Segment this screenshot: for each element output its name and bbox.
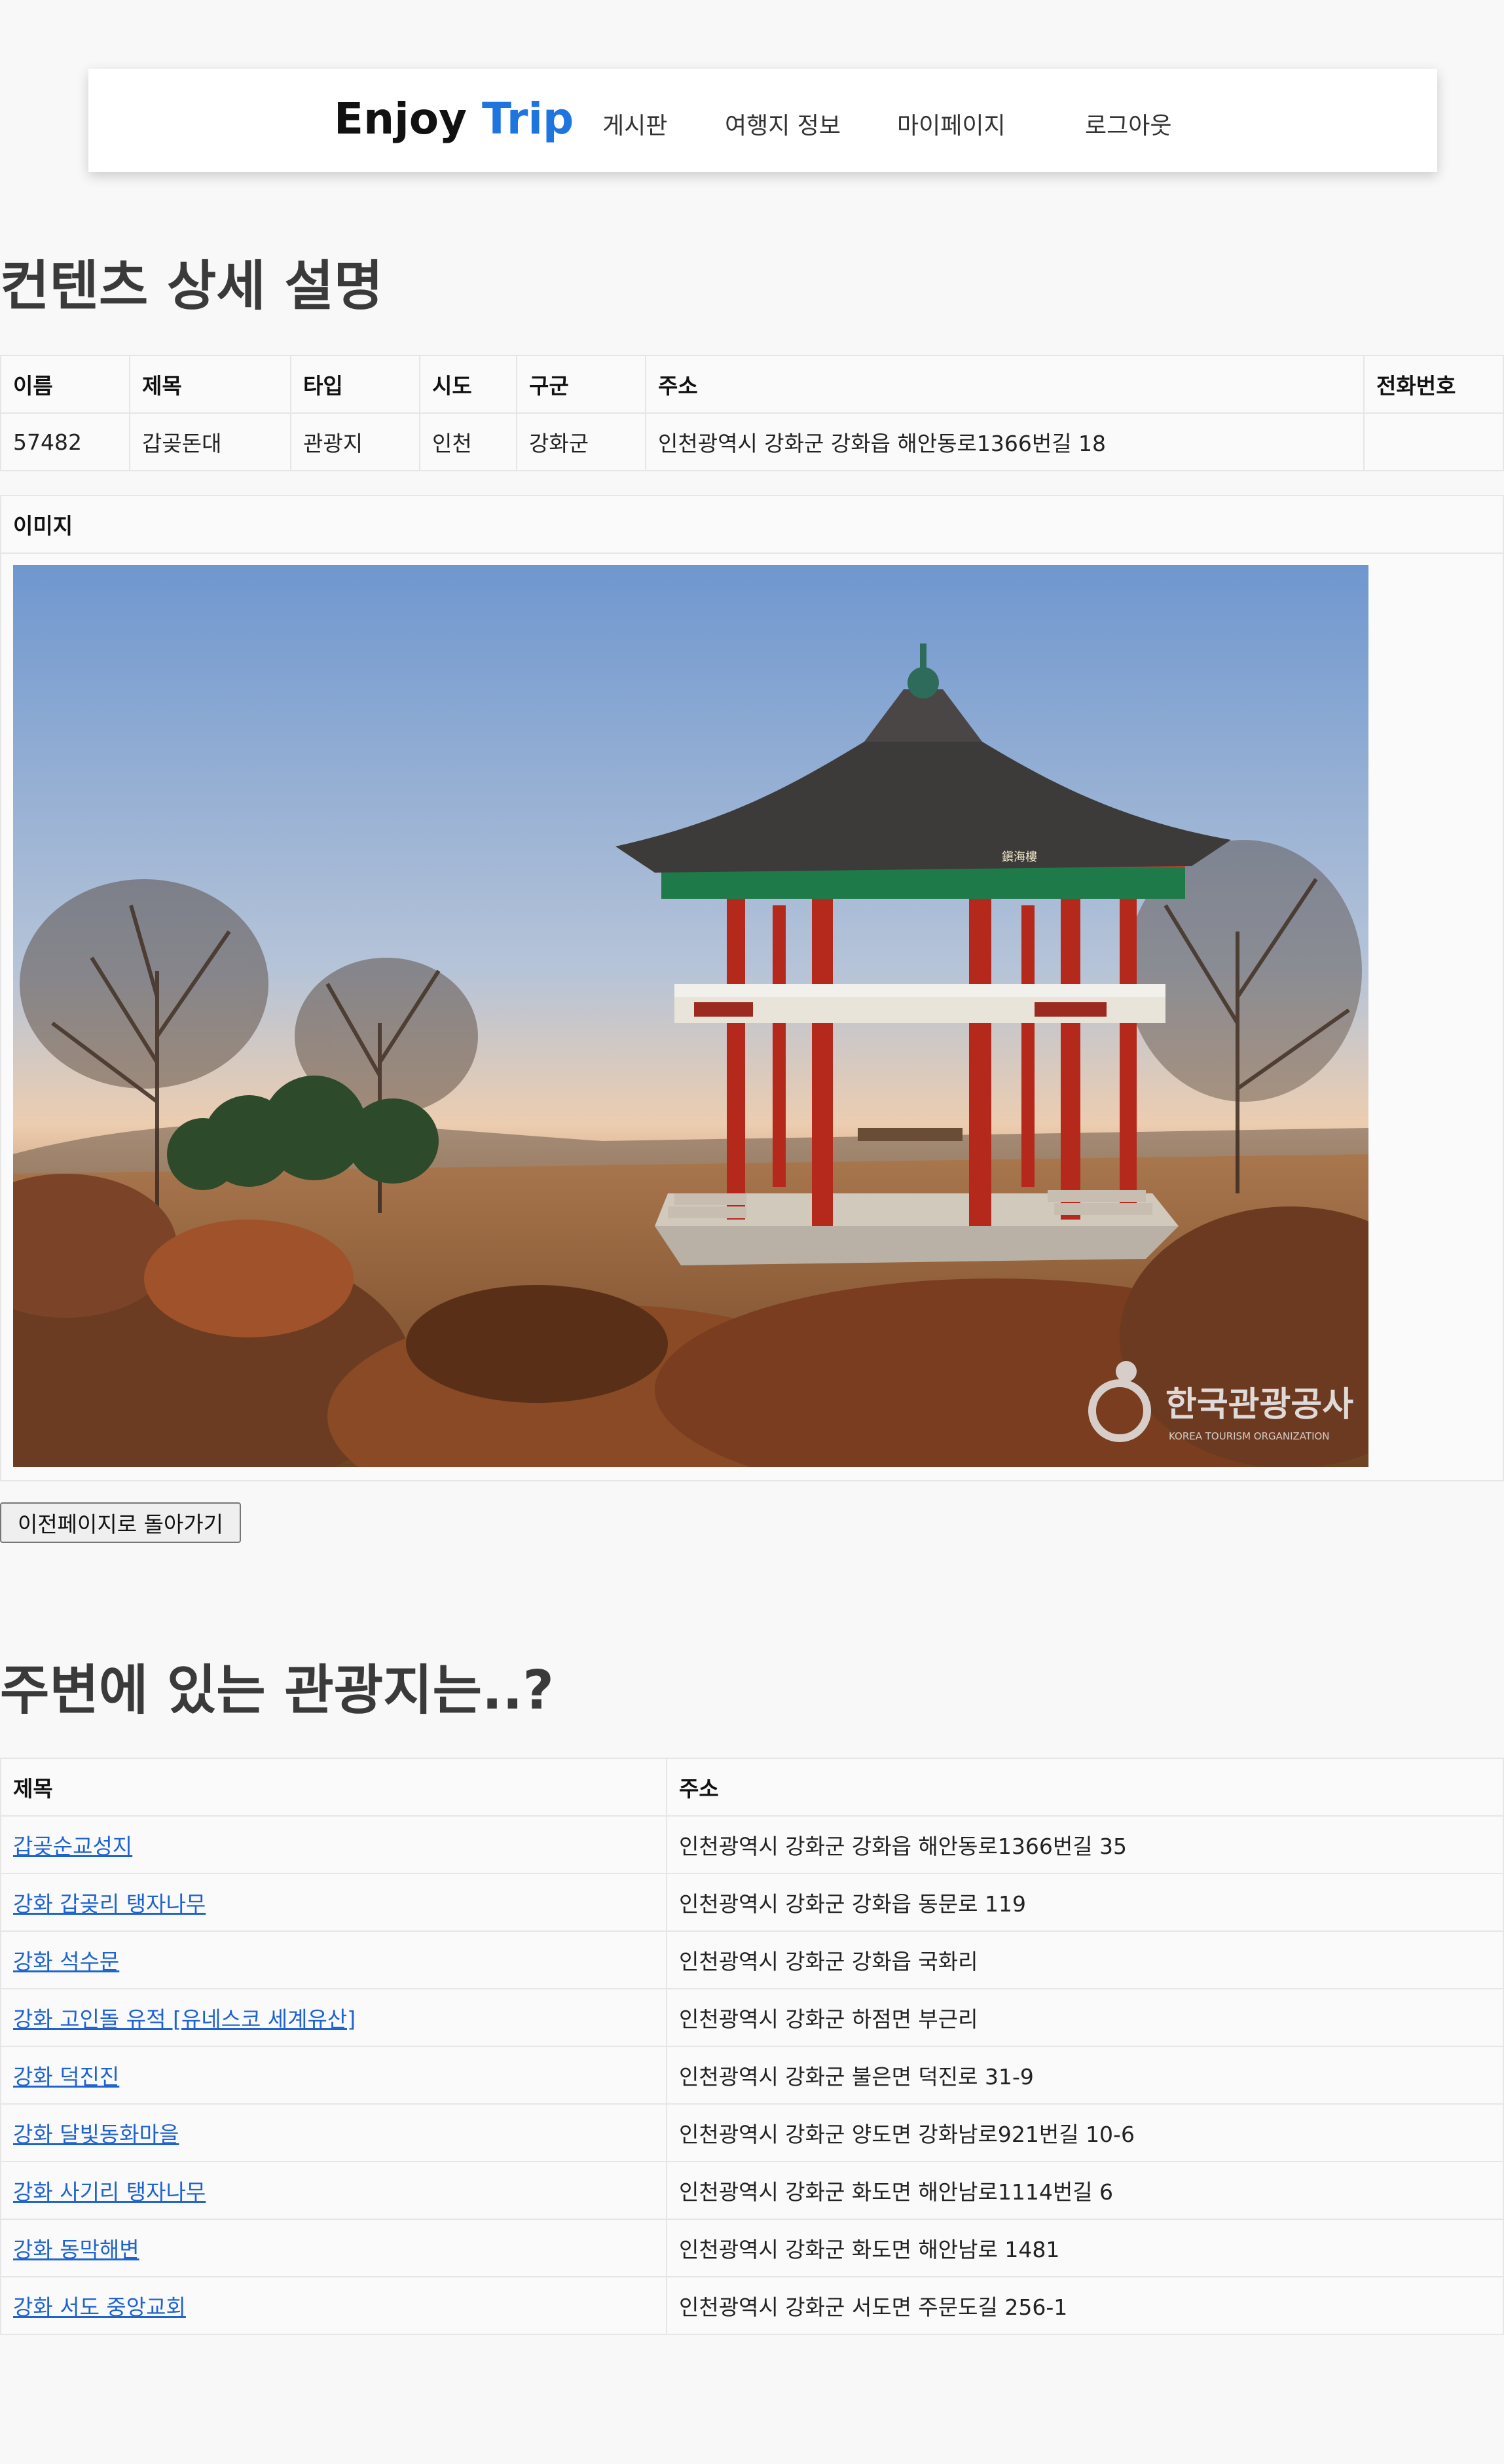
cell-id: 57482	[0, 412, 130, 471]
detail-data-row: 57482 갑곶돈대 관광지 인천 강화군 인천광역시 강화군 강화읍 해안동로…	[0, 412, 1504, 471]
detail-header-row: 이름 제목 타입 시도 구군 주소 전화번호	[0, 355, 1504, 414]
table-row: 갑곶순교성지 인천광역시 강화군 강화읍 해안동로1366번길 35	[0, 1815, 1504, 1874]
nearby-address-cell: 인천광역시 강화군 강화읍 해안동로1366번길 35	[666, 1815, 1504, 1874]
table-row: 강화 석수문 인천광역시 강화군 강화읍 국화리	[0, 1930, 1504, 1989]
attraction-photo: 한국관광공사 KOREA TOURISM ORGANIZATION 鎭海樓	[13, 565, 1368, 1467]
nearby-address-cell: 인천광역시 강화군 하점면 부근리	[666, 1988, 1504, 2047]
col-type: 타입	[290, 355, 420, 414]
nav-mypage[interactable]: 마이페이지	[897, 107, 1006, 141]
nearby-title-cell: 강화 석수문	[0, 1930, 667, 1989]
nearby-title-cell: 강화 사기리 탱자나무	[0, 2161, 667, 2220]
nearby-address-cell: 인천광역시 강화군 강화읍 동문로 119	[666, 1873, 1504, 1932]
col-gugun: 구군	[516, 355, 646, 414]
nearby-title-cell: 강화 서도 중앙교회	[0, 2276, 667, 2335]
brand-logo[interactable]: Enjoy Trip	[334, 94, 574, 144]
cell-type: 관광지	[290, 412, 420, 471]
nearby-attraction-link[interactable]: 강화 갑곶리 탱자나무	[13, 1891, 206, 1917]
cell-gugun: 강화군	[516, 412, 646, 471]
cell-phone	[1363, 412, 1504, 471]
nearby-title: 주변에 있는 관광지는..?	[0, 1659, 554, 1722]
nearby-attraction-link[interactable]: 강화 석수문	[13, 1949, 119, 1974]
nav-logout[interactable]: 로그아웃	[1085, 107, 1171, 141]
cell-sido: 인천	[419, 412, 517, 471]
table-row: 강화 서도 중앙교회 인천광역시 강화군 서도면 주문도길 256-1	[0, 2276, 1504, 2335]
table-row: 강화 달빛동화마을 인천광역시 강화군 양도면 강화남로921번길 10-6	[0, 2103, 1504, 2162]
detail-title: 컨텐츠 상세 설명	[0, 255, 384, 317]
cell-address: 인천광역시 강화군 강화읍 해안동로1366번길 18	[645, 412, 1365, 471]
image-header-row: 이미지	[0, 495, 1504, 554]
nearby-table: 제목 주소 갑곶순교성지 인천광역시 강화군 강화읍 해안동로1366번길 35 강…	[0, 1758, 1504, 2335]
table-row: 강화 동막해변 인천광역시 강화군 화도면 해안남로 1481	[0, 2219, 1504, 2277]
nearby-title-cell: 강화 달빛동화마을	[0, 2103, 667, 2162]
table-row: 강화 덕진진 인천광역시 강화군 불은면 덕진로 31-9	[0, 2046, 1504, 2105]
nearby-attraction-link[interactable]: 강화 서도 중앙교회	[13, 2294, 186, 2320]
image-cell: 한국관광공사 KOREA TOURISM ORGANIZATION 鎭海樓	[0, 553, 1504, 1481]
col-address: 주소	[645, 355, 1365, 414]
col-phone: 전화번호	[1363, 355, 1504, 414]
table-row: 강화 갑곶리 탱자나무 인천광역시 강화군 강화읍 동문로 119	[0, 1873, 1504, 1932]
nearby-title-cell: 강화 고인돌 유적 [유네스코 세계유산]	[0, 1988, 667, 2047]
watermark-korean: 한국관광공사	[1165, 1385, 1354, 1424]
nearby-attraction-link[interactable]: 갑곶순교성지	[13, 1834, 132, 1859]
back-button[interactable]: 이전페이지로 돌아가기	[0, 1502, 241, 1543]
cell-title: 갑곶돈대	[129, 412, 291, 471]
pavilion-illustration	[13, 565, 1368, 1467]
image-body-row: 한국관광공사 KOREA TOURISM ORGANIZATION 鎭海樓	[0, 553, 1504, 1481]
nearby-attraction-link[interactable]: 강화 달빛동화마을	[13, 2122, 179, 2147]
nearby-attraction-link[interactable]: 강화 동막해변	[13, 2237, 139, 2262]
nearby-attraction-link[interactable]: 강화 고인돌 유적 [유네스코 세계유산]	[13, 2006, 356, 2032]
nearby-header-row: 제목 주소	[0, 1758, 1504, 1817]
nearby-address-cell: 인천광역시 강화군 화도면 해안남로 1481	[666, 2219, 1504, 2277]
nearby-title-cell: 강화 동막해변	[0, 2219, 667, 2277]
top-navbar: Enjoy Trip 게시판 여행지 정보 마이페이지 로그아웃	[88, 69, 1437, 172]
pavilion-sign: 鎭海樓	[1002, 850, 1037, 864]
nearby-body: 갑곶순교성지 인천광역시 강화군 강화읍 해안동로1366번길 35 강화 갑곶리 …	[0, 1815, 1504, 2335]
nearby-col-title: 제목	[0, 1758, 667, 1817]
col-sido: 시도	[419, 355, 517, 414]
nearby-attraction-link[interactable]: 강화 덕진진	[13, 2064, 119, 2090]
nearby-address-cell: 인천광역시 강화군 강화읍 국화리	[666, 1930, 1504, 1989]
nav-travel-info[interactable]: 여행지 정보	[725, 107, 841, 141]
image-header: 이미지	[0, 495, 1504, 554]
nearby-title-cell: 강화 갑곶리 탱자나무	[0, 1873, 667, 1932]
image-table: 이미지 한국관광공사 KOREA TOURISM ORGANIZATION 鎭海…	[0, 495, 1504, 1481]
nearby-address-cell: 인천광역시 강화군 서도면 주문도길 256-1	[666, 2276, 1504, 2335]
nearby-attraction-link[interactable]: 강화 사기리 탱자나무	[13, 2179, 206, 2205]
nearby-address-cell: 인천광역시 강화군 화도면 해안남로1114번길 6	[666, 2161, 1504, 2220]
page: Enjoy Trip 게시판 여행지 정보 마이페이지 로그아웃 컨텐츠 상세 …	[0, 0, 1504, 2464]
table-row: 강화 사기리 탱자나무 인천광역시 강화군 화도면 해안남로1114번길 6	[0, 2161, 1504, 2220]
brand-primary: Enjoy	[334, 94, 468, 144]
nearby-title-cell: 갑곶순교성지	[0, 1815, 667, 1874]
brand-accent: Trip	[482, 94, 574, 144]
nearby-address-cell: 인천광역시 강화군 양도면 강화남로921번길 10-6	[666, 2103, 1504, 2162]
col-name: 이름	[0, 355, 130, 414]
nearby-address-cell: 인천광역시 강화군 불은면 덕진로 31-9	[666, 2046, 1504, 2105]
nearby-title-cell: 강화 덕진진	[0, 2046, 667, 2105]
detail-table: 이름 제목 타입 시도 구군 주소 전화번호 57482 갑곶돈대 관광지 인천…	[0, 355, 1504, 471]
table-row: 강화 고인돌 유적 [유네스코 세계유산] 인천광역시 강화군 하점면 부근리	[0, 1988, 1504, 2047]
watermark-english: KOREA TOURISM ORGANIZATION	[1169, 1430, 1330, 1442]
nearby-col-address: 주소	[666, 1758, 1504, 1817]
col-title: 제목	[129, 355, 291, 414]
nav-board[interactable]: 게시판	[602, 107, 667, 141]
